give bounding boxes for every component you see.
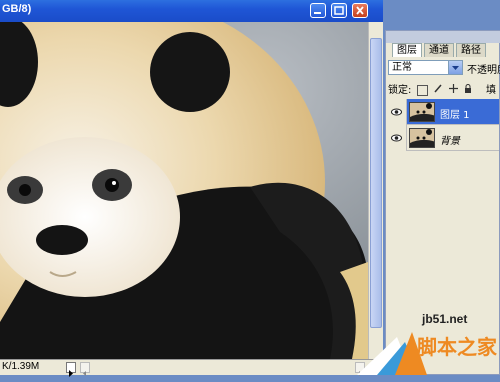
tab-channels[interactable]: 通道: [424, 43, 454, 57]
tab-layers[interactable]: 图层: [392, 43, 422, 57]
eye-icon: [391, 108, 402, 116]
image-canvas[interactable]: [0, 22, 368, 359]
minimize-button[interactable]: [310, 3, 326, 18]
opacity-label: 不透明度: [467, 65, 500, 76]
close-icon: [356, 6, 364, 15]
minimize-icon: [314, 12, 321, 14]
layer-thumbnail: [409, 128, 435, 148]
move-icon[interactable]: [448, 84, 458, 96]
site-watermark: jb51.net 脚本之家: [357, 312, 500, 375]
visibility-toggle[interactable]: [387, 99, 407, 125]
blend-row: 正常 不透明度: [388, 60, 500, 76]
blend-mode-value: 正常: [392, 62, 412, 73]
blend-mode-select[interactable]: 正常: [388, 60, 463, 75]
status-bar: K/1.39M: [0, 359, 383, 377]
scroll-left-button[interactable]: [80, 362, 90, 376]
watermark-site: jb51.net: [422, 312, 468, 326]
lock-transparency-checkbox[interactable]: [416, 84, 428, 96]
visibility-toggle[interactable]: [387, 125, 407, 151]
arrow-left-icon: [83, 371, 86, 376]
triangle-right-icon: [69, 370, 73, 377]
watermark-name: 脚本之家: [417, 335, 497, 359]
document-size: K/1.39M: [2, 361, 40, 372]
eye-icon: [391, 134, 402, 142]
layer-row-background[interactable]: 背景: [387, 125, 499, 151]
layer-thumbnail: [409, 102, 435, 122]
layer-row-layer1[interactable]: 图层 1: [387, 99, 499, 125]
document-window: GB/8) K/1.39M: [0, 0, 383, 377]
layer-name[interactable]: 图层 1: [440, 106, 470, 121]
maximize-button[interactable]: [331, 3, 347, 18]
layer-name[interactable]: 背景: [440, 132, 460, 147]
document-titlebar[interactable]: GB/8): [0, 0, 383, 22]
close-button[interactable]: [352, 3, 368, 18]
panel-header[interactable]: [386, 31, 500, 43]
document-title: GB/8): [2, 3, 32, 15]
maximize-icon: [334, 6, 344, 15]
tab-paths[interactable]: 路径: [456, 43, 486, 57]
dropdown-button[interactable]: [448, 61, 462, 74]
scrollbar-thumb[interactable]: [370, 38, 382, 328]
panda-thumbnail: [410, 103, 434, 121]
panda-photo: [0, 22, 368, 359]
chevron-down-icon: [452, 66, 459, 70]
panda-thumbnail: [410, 129, 434, 147]
vertical-scrollbar[interactable]: [368, 22, 383, 359]
lock-icon[interactable]: [464, 84, 472, 96]
lock-row: 锁定:: [388, 81, 472, 96]
lock-label: 锁定:: [388, 85, 412, 96]
status-menu-button[interactable]: [66, 362, 76, 377]
brush-icon[interactable]: [434, 84, 443, 96]
